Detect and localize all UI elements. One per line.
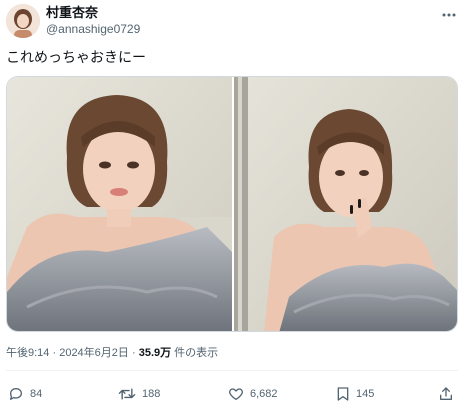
bookmark-icon: [336, 386, 350, 402]
author-names: 村重杏奈 @annashige0729: [46, 5, 140, 37]
retweet-count: 188: [142, 388, 161, 400]
view-count-label: 件の表示: [171, 347, 219, 359]
like-count: 6,682: [250, 388, 278, 400]
meta-separator-2: ·: [128, 347, 139, 359]
handle[interactable]: @annashige0729: [46, 21, 140, 37]
reply-icon: [8, 386, 24, 402]
photo-2[interactable]: [234, 77, 457, 331]
share-button[interactable]: [438, 384, 454, 404]
avatar[interactable]: [6, 4, 40, 38]
tweet-text: これめっちゃおきにー: [6, 49, 146, 65]
retweet-icon: [118, 386, 136, 402]
view-count: 35.9万: [138, 347, 172, 359]
display-name[interactable]: 村重杏奈: [46, 5, 140, 21]
meta-separator: ·: [49, 347, 60, 359]
like-icon: [228, 386, 244, 402]
tweet-date[interactable]: 2024年6月2日: [59, 347, 129, 359]
more-icon[interactable]: [440, 6, 458, 28]
tweet-header: 村重杏奈 @annashige0729: [6, 4, 458, 40]
reply-count: 84: [30, 388, 43, 400]
tweet-meta: 午後9:14 · 2024年6月2日 · 35.9万 件の表示: [6, 346, 218, 360]
bookmark-count: 145: [356, 388, 375, 400]
media-grid: [6, 76, 458, 332]
like-button[interactable]: 6,682: [228, 384, 278, 404]
tweet-time[interactable]: 午後9:14: [6, 347, 49, 359]
action-bar: 84 188 6,682 145: [6, 384, 458, 404]
retweet-button[interactable]: 188: [118, 384, 160, 404]
reply-button[interactable]: 84: [8, 384, 42, 404]
photo-1[interactable]: [7, 77, 232, 331]
divider: [6, 370, 458, 371]
share-icon: [438, 386, 454, 402]
bookmark-button[interactable]: 145: [336, 384, 374, 404]
